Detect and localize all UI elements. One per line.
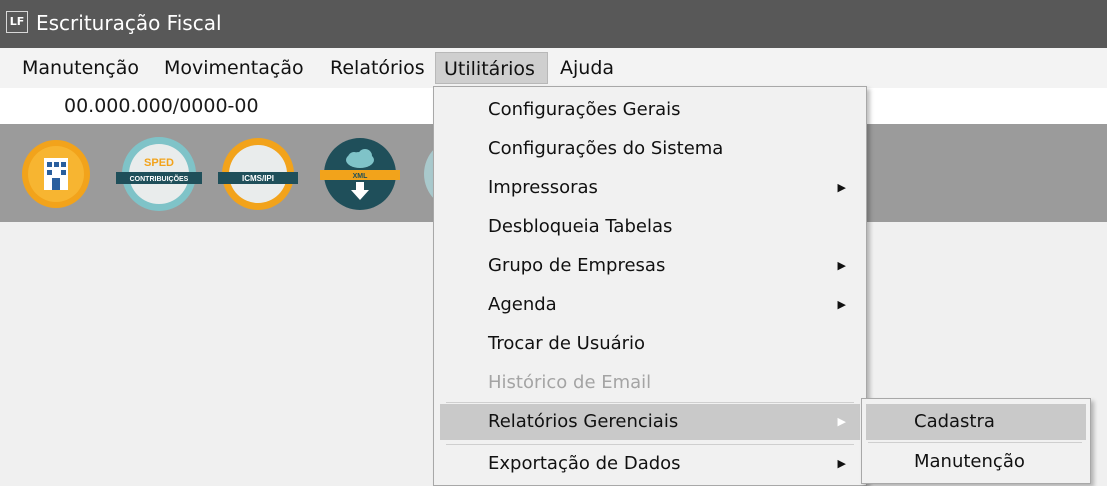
- icms-ipi-label: ICMS/IPI: [242, 174, 274, 183]
- partial-icon: [424, 149, 434, 199]
- submenu-arrow-icon: ▶: [837, 415, 846, 428]
- sped-contribuicoes-icon: SPED CONTRIBUIÇÕES: [116, 137, 202, 211]
- toolbar-partial-button[interactable]: [420, 134, 434, 216]
- menu-manutencao[interactable]: Manutenção: [14, 52, 147, 84]
- contribuicoes-label: CONTRIBUIÇÕES: [130, 174, 189, 183]
- menu-item-grupo-empresas[interactable]: Grupo de Empresas ▶: [440, 248, 860, 284]
- xml-label: XML: [353, 173, 369, 180]
- icms-ipi-icon: ICMS/IPI: [218, 138, 298, 210]
- window-title: Escrituração Fiscal: [36, 11, 222, 35]
- menu-item-label: Histórico de Email: [488, 372, 652, 393]
- menu-separator: [446, 444, 854, 445]
- sped-label: SPED: [144, 157, 174, 169]
- toolbar-icms-ipi-button[interactable]: ICMS/IPI: [218, 134, 298, 216]
- menu-item-label: Grupo de Empresas: [488, 255, 666, 276]
- menu-relatorios[interactable]: Relatórios: [322, 52, 433, 84]
- menu-item-impressoras[interactable]: Impressoras ▶: [440, 170, 860, 206]
- submenu-item-label: Cadastra: [914, 411, 995, 432]
- menu-ajuda[interactable]: Ajuda: [552, 52, 622, 84]
- utilitarios-dropdown: Configurações Gerais Configurações do Si…: [433, 86, 867, 486]
- company-cnpj: 00.000.000/0000-00: [64, 95, 259, 117]
- submenu-item-label: Manutenção: [914, 451, 1025, 472]
- menu-item-label: Desbloqueia Tabelas: [488, 216, 673, 237]
- submenu-arrow-icon: ▶: [837, 181, 846, 194]
- menu-item-label: Agenda: [488, 294, 557, 315]
- building-icon: [22, 140, 90, 208]
- submenu-arrow-icon: ▶: [837, 259, 846, 272]
- menu-utilitarios[interactable]: Utilitários: [435, 52, 548, 84]
- menu-movimentacao[interactable]: Movimentação: [156, 52, 312, 84]
- menu-item-label: Trocar de Usuário: [488, 333, 646, 354]
- submenu-arrow-icon: ▶: [837, 457, 846, 470]
- title-bar: LF Escrituração Fiscal: [0, 0, 1107, 48]
- menu-item-label: Exportação de Dados: [488, 453, 681, 474]
- app-icon: LF: [6, 11, 28, 33]
- menu-item-relatorios-gerenciais[interactable]: Relatórios Gerenciais ▶: [440, 404, 860, 440]
- submenu-item-cadastra[interactable]: Cadastra: [866, 404, 1086, 440]
- menu-item-configuracoes-sistema[interactable]: Configurações do Sistema: [440, 131, 860, 167]
- menu-separator: [868, 442, 1082, 443]
- menu-item-agenda[interactable]: Agenda ▶: [440, 287, 860, 323]
- xml-download-icon: XML: [320, 138, 400, 210]
- menu-item-label: Configurações Gerais: [488, 99, 681, 120]
- menu-bar: Manutenção Movimentação Relatórios Utili…: [0, 48, 1107, 88]
- menu-item-label: Configurações do Sistema: [488, 138, 724, 159]
- toolbar-xml-button[interactable]: XML: [320, 134, 400, 216]
- menu-item-exportacao-dados[interactable]: Exportação de Dados ▶: [440, 446, 860, 482]
- submenu-item-manutencao[interactable]: Manutenção: [866, 444, 1086, 480]
- relatorios-gerenciais-submenu: Cadastra Manutenção: [861, 398, 1091, 484]
- menu-separator: [446, 402, 854, 403]
- menu-item-label: Relatórios Gerenciais: [488, 411, 679, 432]
- menu-item-configuracoes-gerais[interactable]: Configurações Gerais: [440, 92, 860, 128]
- menu-item-historico-email: Histórico de Email: [440, 365, 860, 401]
- submenu-arrow-icon: ▶: [837, 298, 846, 311]
- menu-item-label: Impressoras: [488, 177, 598, 198]
- menu-item-desbloqueia-tabelas[interactable]: Desbloqueia Tabelas: [440, 209, 860, 245]
- toolbar-sped-contribuicoes-button[interactable]: SPED CONTRIBUIÇÕES: [116, 134, 202, 216]
- menu-item-trocar-usuario[interactable]: Trocar de Usuário: [440, 326, 860, 362]
- toolbar-company-button[interactable]: [18, 134, 94, 216]
